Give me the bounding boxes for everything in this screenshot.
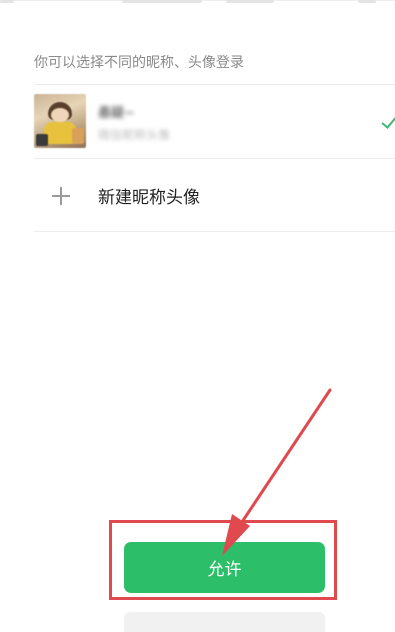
annotation-arrow-icon <box>222 388 332 556</box>
